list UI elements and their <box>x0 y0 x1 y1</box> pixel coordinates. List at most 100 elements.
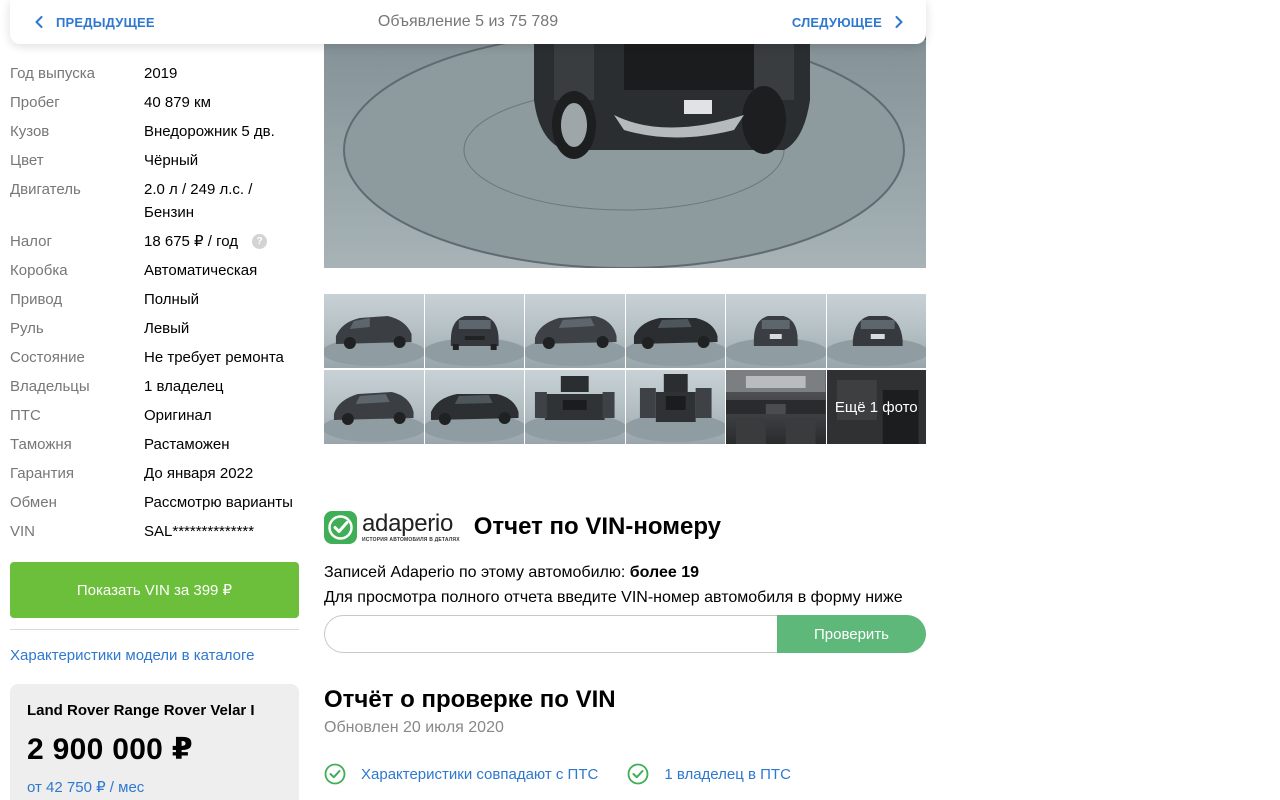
spec-value: Полный <box>144 291 199 308</box>
spec-value: Рассмотрю варианты <box>144 494 293 511</box>
adaperio-vin-section: adaperio ИСТОРИЯ АВТОМОБИЛЯ В ДЕТАЛЯХ От… <box>324 509 926 653</box>
vin-check-button[interactable]: Проверить <box>777 615 926 653</box>
price-card: Land Rover Range Rover Velar I 2 900 000… <box>10 684 299 800</box>
spec-label: Пробег <box>10 94 60 111</box>
car-price: 2 900 000 ₽ <box>27 733 193 766</box>
previous-listing-label: ПРЕДЫДУЩЕЕ <box>56 14 155 30</box>
spec-label: Год выпуска <box>10 65 95 82</box>
check-circle-icon <box>627 763 649 785</box>
spec-value: Левый <box>144 320 190 337</box>
check-item-label: 1 владелец в ПТС <box>664 765 791 783</box>
spec-label: Двигатель <box>10 181 81 198</box>
adaperio-records-prefix: Записей Adaperio по этому автомобилю: <box>324 564 630 581</box>
divider <box>10 629 299 630</box>
spec-value: 2019 <box>144 65 178 82</box>
spec-value: Чёрный <box>144 152 199 169</box>
spec-value: 40 879 км <box>144 94 211 111</box>
check-item-label: Характеристики совпадают с ПТС <box>361 765 599 783</box>
adaperio-records: Записей Adaperio по этому автомобилю: бо… <box>324 563 926 583</box>
spec-label: Привод <box>10 291 63 308</box>
photo-thumbnail[interactable] <box>424 370 524 444</box>
adaperio-description: Для просмотра полного отчета введите VIN… <box>324 589 903 606</box>
spec-label: ПТС <box>10 407 41 424</box>
vin-report-checks: Характеристики совпадают с ПТС 1 владеле… <box>324 763 926 785</box>
spec-row-warranty: Гарантия До января 2022 <box>10 462 300 485</box>
spec-value: Растаможен <box>144 436 230 453</box>
catalog-specs-link[interactable]: Характеристики модели в каталоге <box>10 644 254 667</box>
chevron-left-icon <box>32 15 46 29</box>
photo-thumbnail[interactable] <box>826 294 926 368</box>
show-vin-button[interactable]: Показать VIN за 399 ₽ <box>10 562 299 618</box>
spec-label: VIN <box>10 523 36 540</box>
spec-label: Цвет <box>10 152 44 169</box>
next-listing-button[interactable]: СЛЕДУЮЩЕЕ <box>792 0 906 44</box>
spec-label: Обмен <box>10 494 57 511</box>
spec-row-pts: ПТС Оригинал <box>10 404 300 427</box>
next-listing-label: СЛЕДУЮЩЕЕ <box>791 14 882 30</box>
vin-report-title: Отчёт о проверке по VIN <box>324 686 616 713</box>
adaperio-logo-tagline: ИСТОРИЯ АВТОМОБИЛЯ В ДЕТАЛЯХ <box>362 536 460 543</box>
photo-thumbnail[interactable] <box>625 370 725 444</box>
spec-label: Состояние <box>10 349 85 366</box>
spec-value: SAL************** <box>144 523 255 540</box>
tax-amount: 18 675 ₽ / год <box>144 233 238 250</box>
spec-row-steering: Руль Левый <box>10 317 300 340</box>
photo-thumbnail[interactable] <box>625 294 725 368</box>
spec-label: Руль <box>10 320 44 337</box>
spec-value: 1 владелец <box>144 378 224 395</box>
spec-value: Не требует ремонта <box>144 349 284 366</box>
spec-label: Коробка <box>10 262 68 279</box>
spec-label: Таможня <box>10 436 72 453</box>
spec-row-condition: Состояние Не требует ремонта <box>10 346 300 369</box>
spec-row-owners: Владельцы 1 владелец <box>10 375 300 398</box>
spec-row-engine: Двигатель 2.0 л / 249 л.с. / Бензин <box>10 178 300 224</box>
spec-row-drive: Привод Полный <box>10 288 300 311</box>
spec-value-tax: 18 675 ₽ / год? <box>144 230 300 253</box>
spec-label: Владельцы <box>10 378 90 395</box>
adaperio-logo-word: adaperio <box>362 509 454 537</box>
spec-row-body: Кузов Внедорожник 5 дв. <box>10 120 300 143</box>
spec-value: Автоматическая <box>144 262 258 279</box>
check-item-owners[interactable]: 1 владелец в ПТС <box>627 763 791 785</box>
more-photos-label: Ещё 1 фото <box>826 370 926 444</box>
adaperio-logo: adaperio ИСТОРИЯ АВТОМОБИЛЯ В ДЕТАЛЯХ <box>324 509 460 544</box>
photo-thumbnail[interactable] <box>324 294 424 368</box>
spec-label: Гарантия <box>10 465 74 482</box>
spec-row-transmission: Коробка Автоматическая <box>10 259 300 282</box>
adaperio-check-icon <box>324 510 357 544</box>
spec-value: 2.0 л / 249 л.с. / Бензин <box>144 181 253 221</box>
more-photos-thumbnail[interactable]: Ещё 1 фото <box>826 370 926 444</box>
spec-row-customs: Таможня Растаможен <box>10 433 300 456</box>
photo-thumbnail[interactable] <box>424 294 524 368</box>
spec-row-exchange: Обмен Рассмотрю варианты <box>10 491 300 514</box>
chevron-right-icon <box>892 15 906 29</box>
spec-row-tax: Налог 18 675 ₽ / год? <box>10 230 300 253</box>
spec-row-color: Цвет Чёрный <box>10 149 300 172</box>
previous-listing-button[interactable]: ПРЕДЫДУЩЕЕ <box>32 0 155 44</box>
adaperio-header: adaperio ИСТОРИЯ АВТОМОБИЛЯ В ДЕТАЛЯХ От… <box>324 509 926 545</box>
spec-row-vin: VIN SAL************** <box>10 520 300 543</box>
monthly-payment-link[interactable]: от 42 750 ₽ / мес <box>27 778 282 796</box>
photo-thumbnail[interactable] <box>324 370 424 444</box>
vin-check-form: Проверить <box>324 615 926 653</box>
help-icon[interactable]: ? <box>252 233 267 249</box>
photo-thumbnail[interactable] <box>525 370 625 444</box>
photo-thumbnail[interactable] <box>726 370 826 444</box>
listing-navigation-bar: ПРЕДЫДУЩЕЕ Объявление 5 из 75 789 СЛЕДУЮ… <box>10 0 926 44</box>
spec-value: Оригинал <box>144 407 212 424</box>
car-specs-list: Год выпуска 2019 Пробег 40 879 км Кузов … <box>10 62 300 549</box>
photo-thumbnail[interactable] <box>525 294 625 368</box>
vin-input[interactable] <box>324 615 777 653</box>
spec-label: Кузов <box>10 123 50 140</box>
adaperio-title: Отчет по VIN-номеру <box>473 513 722 540</box>
check-circle-icon <box>324 763 346 785</box>
spec-row-mileage: Пробег 40 879 км <box>10 91 300 114</box>
spec-value: До января 2022 <box>144 465 254 482</box>
vin-report-section: Отчёт о проверке по VIN Обновлен 20 июля… <box>324 686 926 785</box>
photo-thumbnail[interactable] <box>726 294 826 368</box>
spec-row-year: Год выпуска 2019 <box>10 62 300 85</box>
vin-report-updated: Обновлен 20 июля 2020 <box>324 719 504 736</box>
check-item-pts-match[interactable]: Характеристики совпадают с ПТС <box>324 763 598 785</box>
car-title: Land Rover Range Rover Velar I <box>27 702 255 719</box>
spec-label: Налог <box>10 233 52 250</box>
